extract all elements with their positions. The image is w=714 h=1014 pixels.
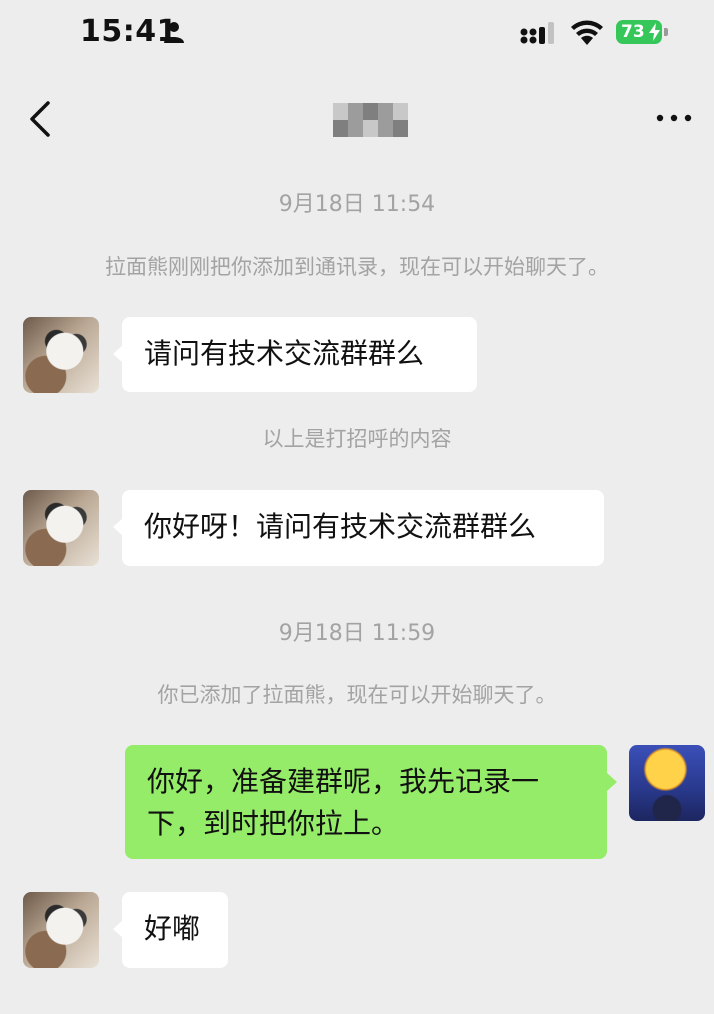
message-text-line: 你好，准备建群呢，我先记录一 [147,765,540,798]
message-bubble-incoming[interactable]: 请问有技术交流群群么 [113,317,477,392]
message-text-line: 下，到时把你拉上。 [147,807,400,840]
avatar-self[interactable] [629,745,705,821]
avatar[interactable] [23,490,99,566]
chevron-left-icon[interactable] [26,100,54,138]
wifi-icon [571,20,603,45]
system-message: 你已添加了拉面熊，现在可以开始聊天了。 [157,683,557,707]
avatar[interactable] [23,892,99,968]
system-message: 拉面熊刚刚把你添加到通讯录，现在可以开始聊天了。 [105,255,609,279]
signal-icon [520,22,554,44]
message-text: 请问有技术交流群群么 [144,337,425,370]
ellipsis-icon[interactable] [656,112,692,124]
avatar[interactable] [23,317,99,393]
message-bubble-incoming[interactable]: 你好呀！请问有技术交流群群么 [113,490,604,566]
battery-cap [664,28,668,36]
contact-name-blurred [318,103,408,137]
charging-bolt-icon [649,23,660,41]
message-bubble-outgoing[interactable]: 你好，准备建群呢，我先记录一 下，到时把你拉上。 [125,745,617,859]
message-text: 好嘟 [144,912,201,945]
status-bar: 15:41 73 [0,0,714,66]
chat-header [0,66,714,170]
person-icon [164,22,184,43]
battery-icon: 73 [616,20,668,44]
message-bubble-incoming[interactable]: 好嘟 [113,892,228,968]
message-text: 你好呀！请问有技术交流群群么 [144,510,537,543]
timestamp: 9月18日 11:54 [278,192,436,217]
timestamp: 9月18日 11:59 [278,621,436,646]
system-message: 以上是打招呼的内容 [262,427,452,451]
